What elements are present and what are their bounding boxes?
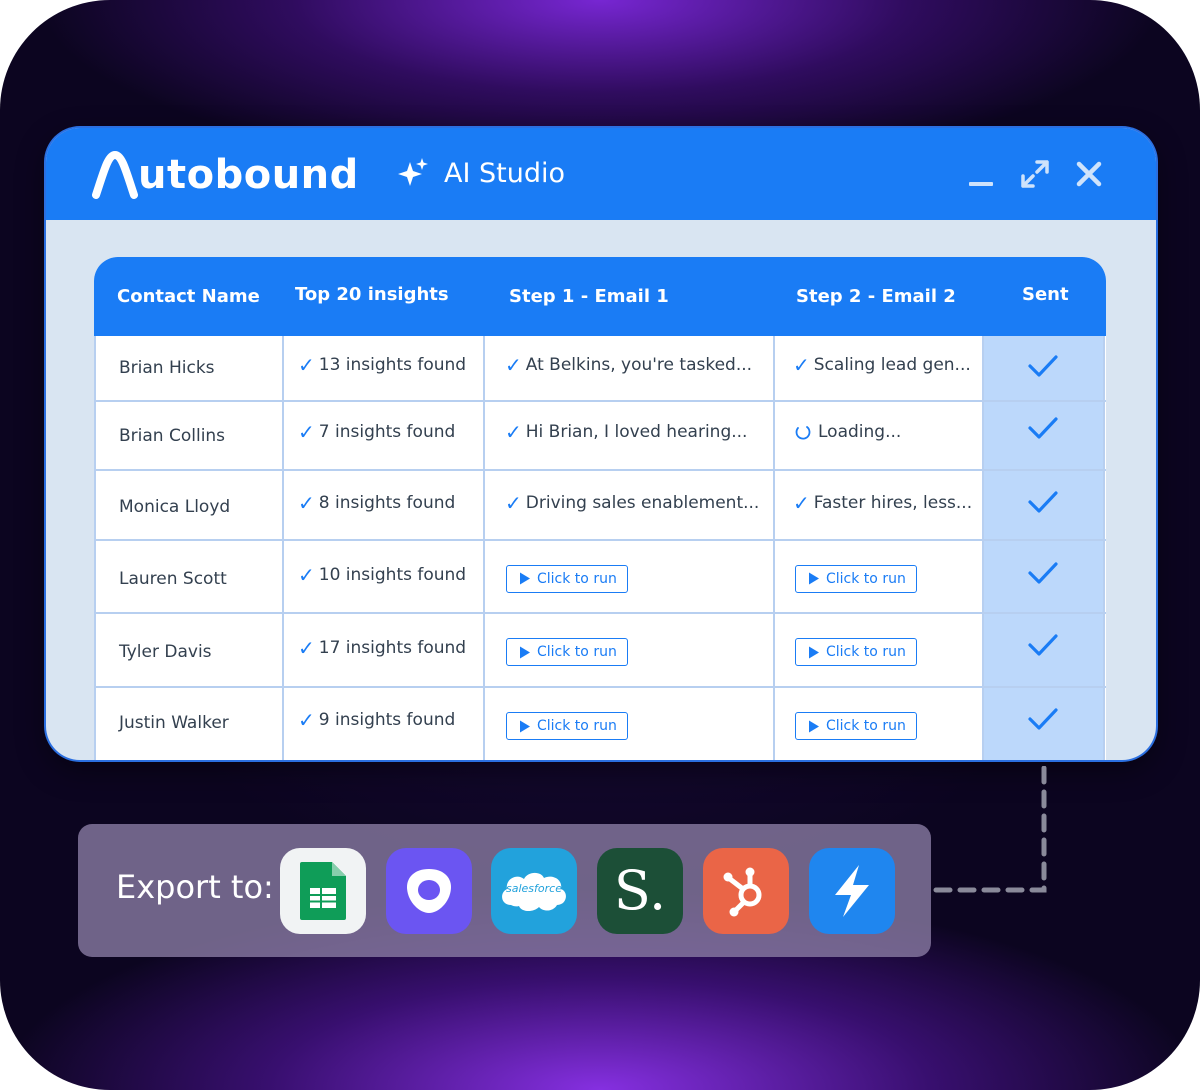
check-icon: ✓ xyxy=(298,562,315,587)
table-row[interactable]: Brian Collins ✓ 7 insights found ✓ Hi Bria… xyxy=(94,402,1106,469)
sent-check-icon xyxy=(1028,562,1058,584)
contact-name: Brian Collins xyxy=(119,425,226,446)
autobound-a-icon xyxy=(92,151,138,199)
email2-cell: Click to run xyxy=(795,690,917,760)
click-to-run-button[interactable]: Click to run xyxy=(795,564,917,593)
play-icon xyxy=(520,646,530,658)
maximize-icon[interactable] xyxy=(1017,156,1053,192)
click-to-run-button[interactable]: Click to run xyxy=(506,638,628,666)
contact-name: Lauren Scott xyxy=(119,568,227,589)
play-icon xyxy=(520,572,530,585)
check-icon: ✓ xyxy=(298,419,315,444)
outreach-icon[interactable] xyxy=(386,848,472,934)
email1-cell[interactable]: ✓ Driving sales enablement... xyxy=(505,469,759,537)
loading-spinner-icon xyxy=(795,425,811,440)
email2-cell: Loading... xyxy=(794,398,901,465)
export-bar: Export to: salesforce S. xyxy=(78,824,931,957)
check-icon: ✓ xyxy=(298,491,315,515)
email2-cell: Click to run xyxy=(795,616,917,688)
header-step1-email1: Step 1 - Email 1 xyxy=(509,286,669,307)
check-icon: ✓ xyxy=(298,636,315,660)
export-connector xyxy=(929,766,1047,893)
sent-check-icon xyxy=(1028,355,1058,377)
hubspot-icon[interactable] xyxy=(703,848,789,934)
contact-name: Justin Walker xyxy=(119,713,229,733)
play-icon xyxy=(520,720,530,732)
minimize-icon[interactable] xyxy=(963,156,999,192)
insights-cell: ✓ 8 insights found xyxy=(298,491,456,515)
table-row[interactable]: Justin Walker ✓ 9 insights found Click to… xyxy=(94,688,1106,760)
insights-cell: ✓ 13 insights found xyxy=(298,353,467,377)
check-icon: ✓ xyxy=(793,353,810,377)
email1-cell: Click to run xyxy=(506,543,628,614)
table-row[interactable]: Brian Hicks ✓ 13 insights found ✓ At Belki… xyxy=(94,336,1106,400)
email2-cell: Click to run xyxy=(795,543,917,614)
header-contact-name: Contact Name xyxy=(117,286,260,307)
salesloft-icon[interactable]: S. xyxy=(597,848,683,934)
email2-cell[interactable]: ✓ Faster hires, less... xyxy=(793,469,972,537)
check-icon: ✓ xyxy=(505,353,522,377)
check-icon: ✓ xyxy=(298,708,315,732)
click-to-run-button[interactable]: Click to run xyxy=(795,712,917,740)
header-top-insights: Top 20 insights xyxy=(295,284,449,305)
check-icon: ✓ xyxy=(793,491,810,515)
play-icon xyxy=(809,720,819,732)
insights-cell: ✓ 7 insights found xyxy=(298,419,456,444)
sent-check-icon xyxy=(1028,417,1058,439)
salesforce-icon[interactable]: salesforce xyxy=(491,848,577,934)
sent-check-icon xyxy=(1028,708,1058,730)
table-header: Contact Name Top 20 insights Step 1 - Em… xyxy=(94,257,1106,336)
salesforce-wordmark: salesforce xyxy=(506,882,562,895)
check-icon: ✓ xyxy=(505,419,522,444)
apollo-lightning-icon[interactable] xyxy=(809,848,895,934)
autobound-logo: utobound xyxy=(92,150,359,200)
sent-check-icon xyxy=(1028,491,1058,513)
module-title: AI Studio xyxy=(444,157,566,189)
click-to-run-button[interactable]: Click to run xyxy=(795,638,917,666)
contact-name: Brian Hicks xyxy=(119,358,215,378)
email1-cell[interactable]: ✓ Hi Brian, I loved hearing... xyxy=(505,398,747,465)
table-row[interactable]: Lauren Scott ✓ 10 insights found Click to… xyxy=(94,541,1106,612)
check-icon: ✓ xyxy=(505,491,522,515)
email1-cell: Click to run xyxy=(506,616,628,688)
table-row[interactable]: Tyler Davis ✓ 17 insights found Click to … xyxy=(94,614,1106,686)
ai-studio-title: AI Studio xyxy=(396,156,565,190)
insights-cell: ✓ 10 insights found xyxy=(298,562,467,587)
check-icon: ✓ xyxy=(298,353,315,377)
play-icon xyxy=(809,572,819,585)
email2-cell[interactable]: ✓ Scaling lead gen... xyxy=(793,333,971,397)
click-to-run-button[interactable]: Click to run xyxy=(506,712,628,740)
export-label: Export to: xyxy=(116,868,274,906)
brand-name: utobound xyxy=(138,152,359,198)
email1-cell: Click to run xyxy=(506,690,628,760)
contacts-table: Contact Name Top 20 insights Step 1 - Em… xyxy=(94,257,1106,760)
insights-cell: ✓ 17 insights found xyxy=(298,636,467,660)
header-step2-email2: Step 2 - Email 2 xyxy=(796,286,956,307)
play-icon xyxy=(809,646,819,658)
close-icon[interactable] xyxy=(1071,156,1107,192)
contact-name: Monica Lloyd xyxy=(119,497,231,517)
table-row[interactable]: Monica Lloyd ✓ 8 insights found ✓ Driving … xyxy=(94,471,1106,539)
email1-cell[interactable]: ✓ At Belkins, you're tasked... xyxy=(505,333,752,397)
click-to-run-button[interactable]: Click to run xyxy=(506,564,628,593)
sparkle-icon xyxy=(398,158,428,186)
sent-check-icon xyxy=(1028,634,1058,656)
contact-name: Tyler Davis xyxy=(119,642,212,662)
google-sheets-icon[interactable] xyxy=(280,848,366,934)
header-sent: Sent xyxy=(1022,284,1069,305)
insights-cell: ✓ 9 insights found xyxy=(298,708,456,732)
